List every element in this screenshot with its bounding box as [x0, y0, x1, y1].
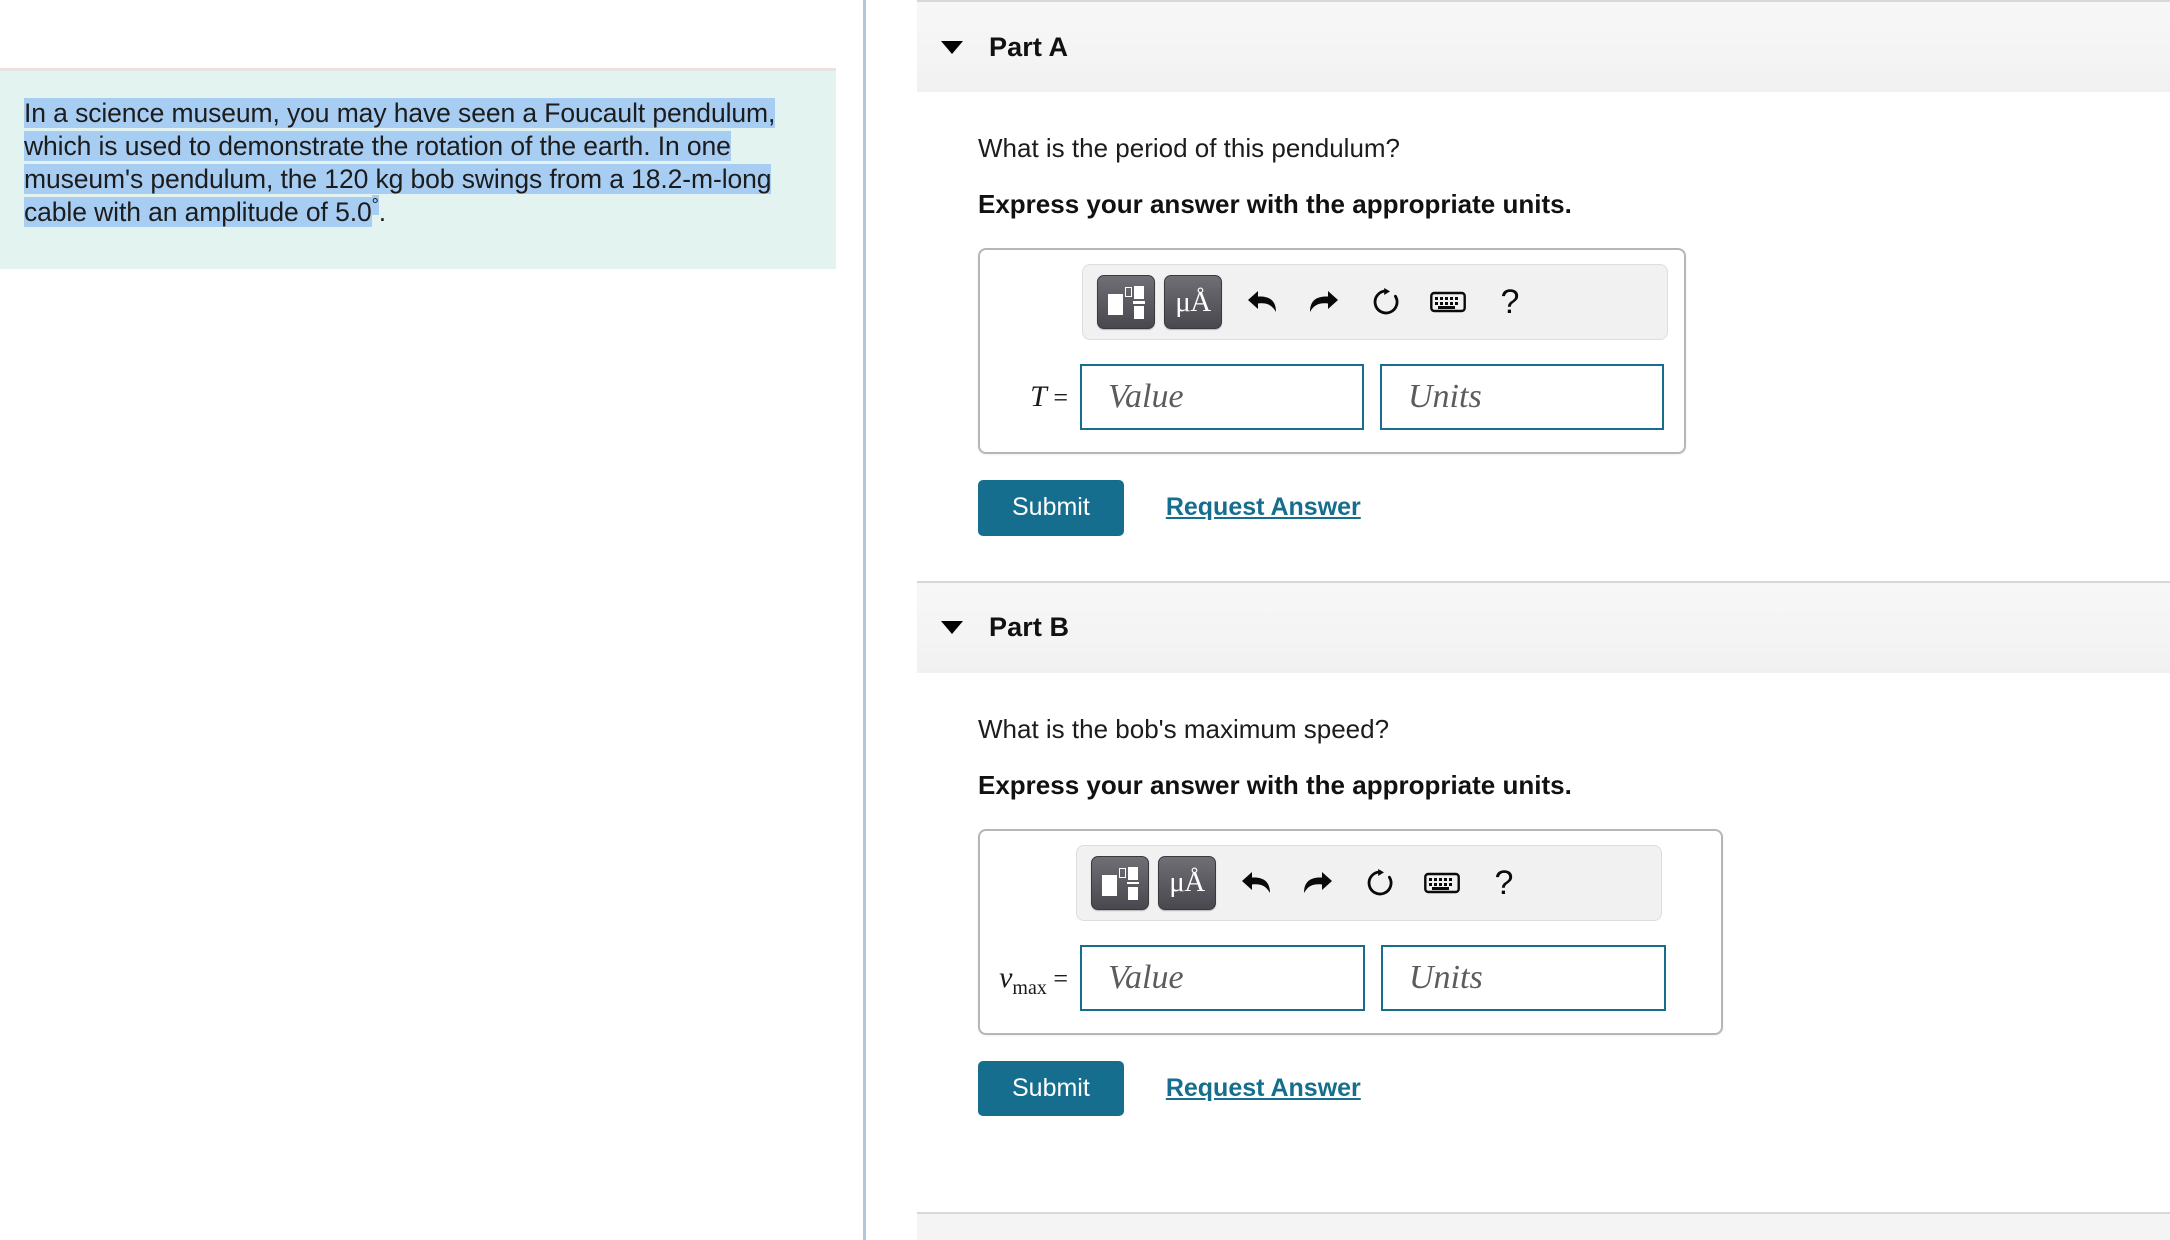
part-a-variable-label: T =	[1030, 380, 1068, 413]
part-b-variable-subscript: max	[1012, 976, 1047, 999]
part-b-instruction: Express your answer with the appropriate…	[978, 769, 1572, 800]
math-template-icon[interactable]	[1097, 275, 1155, 329]
part-a-header[interactable]: Part A	[917, 0, 2170, 92]
part-a-units-placeholder: Units	[1408, 378, 1482, 415]
part-a-answer-row: T = Value Units	[996, 364, 1668, 430]
help-icon[interactable]: ?	[1473, 866, 1535, 900]
keyboard-icon[interactable]	[1417, 290, 1479, 314]
undo-icon[interactable]	[1231, 287, 1293, 317]
chevron-down-icon[interactable]	[941, 621, 963, 634]
problem-panel: In a science museum, you may have seen a…	[0, 0, 863, 1240]
part-b-variable-label: vmax =	[999, 960, 1068, 999]
next-part-header-partial[interactable]	[917, 1212, 2170, 1240]
part-b-value-placeholder: Value	[1108, 958, 1184, 996]
part-a-variable-symbol: T	[1030, 380, 1047, 413]
part-b-body: What is the bob's maximum speed? Express…	[866, 673, 2170, 1116]
part-a-submit-button[interactable]: Submit	[978, 480, 1124, 536]
math-template-glyph	[1108, 285, 1145, 319]
help-icon[interactable]: ?	[1479, 285, 1541, 319]
part-a-math-toolbar: μÅ ?	[1082, 264, 1668, 340]
part-b-units-input[interactable]: Units	[1381, 944, 1666, 1011]
reset-icon[interactable]	[1349, 867, 1411, 899]
reset-icon[interactable]	[1355, 286, 1417, 318]
problem-statement-box: In a science museum, you may have seen a…	[0, 68, 836, 269]
units-micro-angstrom-icon[interactable]: μÅ	[1164, 275, 1222, 329]
keyboard-icon[interactable]	[1411, 871, 1473, 895]
part-a-value-input[interactable]: Value	[1080, 364, 1364, 430]
part-b-request-answer-link[interactable]: Request Answer	[1166, 1074, 1361, 1103]
part-b-submit-row: Submit Request Answer	[978, 1060, 2170, 1116]
part-b-variable-symbol: v	[999, 960, 1013, 994]
part-a-units-input[interactable]: Units	[1380, 364, 1664, 430]
part-a-instruction: Express your answer with the appropriate…	[978, 189, 1572, 219]
part-b-value-input[interactable]: Value	[1080, 944, 1365, 1011]
part-a-answer-box: μÅ ? T = Value Units	[978, 248, 1686, 454]
units-micro-angstrom-label: μÅ	[1175, 285, 1211, 318]
units-micro-angstrom-label: μÅ	[1169, 866, 1205, 898]
part-section-b: Part B What is the bob's maximum speed? …	[866, 580, 2170, 1116]
part-b-answer-box: μÅ ? vmax = Value Units	[978, 828, 1723, 1035]
problem-statement-text: In a science museum, you may have seen a…	[24, 97, 814, 229]
part-b-answer-row: vmax = Value Units	[996, 944, 1705, 1011]
page-root: In a science museum, you may have seen a…	[0, 0, 2170, 1240]
math-template-icon[interactable]	[1091, 855, 1149, 910]
problem-line-2: which is used to demonstrate the rotatio…	[24, 131, 731, 161]
part-a-title: Part A	[989, 31, 1069, 62]
part-b-header[interactable]: Part B	[917, 580, 2170, 673]
part-a-value-placeholder: Value	[1108, 378, 1184, 415]
degree-symbol: °	[371, 195, 379, 216]
chevron-down-icon[interactable]	[941, 40, 963, 54]
part-b-title: Part B	[989, 612, 1070, 642]
answer-panel: Part A What is the period of this pendul…	[866, 0, 2170, 1240]
part-a-submit-row: Submit Request Answer	[978, 480, 2170, 536]
problem-trailing-period: .	[378, 197, 386, 227]
redo-icon[interactable]	[1287, 868, 1349, 898]
units-micro-angstrom-icon[interactable]: μÅ	[1158, 855, 1216, 910]
problem-line-3: museum's pendulum, the 120 kg bob swings…	[24, 164, 772, 194]
part-a-question: What is the period of this pendulum?	[978, 133, 1401, 163]
redo-icon[interactable]	[1293, 287, 1355, 317]
part-a-request-answer-link[interactable]: Request Answer	[1166, 493, 1361, 522]
part-b-units-placeholder: Units	[1409, 958, 1483, 996]
part-section-a: Part A What is the period of this pendul…	[866, 0, 2170, 536]
problem-line-4: cable with an amplitude of 5.0	[24, 197, 372, 227]
problem-line-1: In a science museum, you may have seen a…	[24, 98, 776, 128]
part-b-submit-button[interactable]: Submit	[978, 1060, 1124, 1116]
part-a-body: What is the period of this pendulum? Exp…	[866, 92, 2170, 536]
undo-icon[interactable]	[1225, 868, 1287, 898]
part-b-question: What is the bob's maximum speed?	[978, 713, 1390, 744]
math-template-glyph	[1102, 866, 1139, 900]
part-b-math-toolbar: μÅ ?	[1076, 844, 1662, 921]
